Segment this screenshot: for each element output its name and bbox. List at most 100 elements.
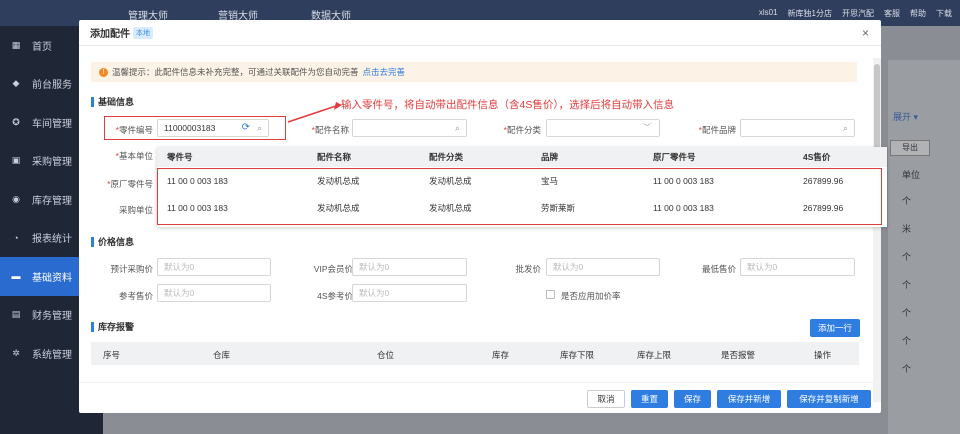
unit-cell: 个 xyxy=(902,336,912,346)
stock-table-header: 序号 仓库 仓位 库存 库存下限 库存上限 是否报警 操作 xyxy=(91,342,859,365)
reset-button[interactable]: 重置 xyxy=(631,390,668,408)
cancel-button[interactable]: 取消 xyxy=(587,390,625,408)
col-oem-no: 原厂零件号 xyxy=(653,152,696,162)
col-index: 序号 xyxy=(103,350,121,360)
part-category-select[interactable]: ﹀ xyxy=(546,119,660,137)
annotation-arrow xyxy=(287,102,342,123)
col-warehouse: 仓库 xyxy=(213,350,231,360)
oem-no-label: *原厂零件号 xyxy=(107,179,153,189)
part-brand-label: *配件品牌 xyxy=(698,125,736,135)
part-name-input[interactable]: ⌕ xyxy=(352,119,467,137)
col-part-category: 配件分类 xyxy=(429,152,464,162)
sidebar-item-icon: ▦ xyxy=(11,39,21,50)
col-4s-price: 4S售价 xyxy=(803,152,831,162)
annotation-text: 输入零件号，将自动带出配件信息（含4S售价），选择后将自动带入信息 xyxy=(341,99,675,111)
chevron-down-icon: ﹀ xyxy=(643,123,651,132)
sidebar-item-label: 车间管理 xyxy=(32,118,72,130)
sidebar-item-label: 基础资料 xyxy=(32,272,72,284)
section-stock-alert: 库存报警 xyxy=(91,322,134,332)
wholesale-price-input[interactable]: 默认为0 xyxy=(546,258,660,276)
section-basic-info: 基础信息 xyxy=(91,97,134,107)
part-brand-input[interactable]: ⌕ xyxy=(740,119,855,137)
add-part-modal: 添加配件 本地 × ! 温馨提示：此配件信息未补充完整，可通过关联配件为您自动完… xyxy=(79,20,887,413)
unit-cell: 个 xyxy=(902,196,912,206)
unit-cell: 个 xyxy=(902,252,912,262)
dropdown-header: 零件号 配件名称 配件分类 品牌 原厂零件号 4S售价 xyxy=(157,147,887,167)
sidebar-item-icon: ▤ xyxy=(11,309,21,320)
sidebar-item-label: 库存管理 xyxy=(32,195,72,207)
notice-banner: ! 温馨提示：此配件信息未补充完整，可通过关联配件为您自动完善 点击去完善 xyxy=(91,62,857,82)
col-stock-min: 库存下限 xyxy=(560,350,595,360)
col-brand: 品牌 xyxy=(541,152,559,162)
search-icon[interactable]: ⌕ xyxy=(455,120,460,136)
sidebar-item-label: 前台服务 xyxy=(32,80,72,92)
est-purchase-label: 预计采购价 xyxy=(110,264,153,274)
sidebar-item-icon: ◉ xyxy=(12,193,20,204)
complete-info-link[interactable]: 点击去完善 xyxy=(363,66,406,78)
sidebar-item-icon: ✪ xyxy=(12,116,20,127)
unit-cell: 个 xyxy=(902,364,912,374)
topbar-link-kaisi[interactable]: 开思汽配 xyxy=(842,8,874,19)
apply-markup-checkbox[interactable] xyxy=(546,290,555,299)
expand-link[interactable]: 展开 ▾ xyxy=(893,110,918,123)
sidebar-item-icon: ▣ xyxy=(11,155,21,166)
s4-ref-price-input[interactable]: 默认为0 xyxy=(352,284,467,302)
unit-cell: 个 xyxy=(902,308,912,318)
sidebar-item-label: 系统管理 xyxy=(32,349,72,361)
sidebar-item-icon: ◔ xyxy=(13,232,19,243)
purchase-unit-label: 采购单位 xyxy=(118,205,153,215)
sidebar-item-icon: ◆ xyxy=(12,78,20,89)
col-location: 仓位 xyxy=(377,350,395,360)
highlight-suggestions xyxy=(157,168,882,225)
sidebar-item-label: 采购管理 xyxy=(32,157,72,169)
sidebar-item-icon: ✲ xyxy=(12,347,20,358)
vip-price-input[interactable]: 默认为0 xyxy=(352,258,467,276)
sidebar-item-label: 首页 xyxy=(32,41,52,53)
modal-header: 添加配件 本地 xyxy=(79,20,881,46)
export-button[interactable]: 导出 xyxy=(890,140,930,156)
col-actions: 操作 xyxy=(814,350,832,360)
section-price-info: 价格信息 xyxy=(91,237,134,247)
topbar-link-download[interactable]: 下载 xyxy=(936,8,952,19)
save-and-new-button[interactable]: 保存并新增 xyxy=(717,390,781,408)
footer-divider xyxy=(79,382,873,383)
sidebar-item-label: 报表统计 xyxy=(32,234,72,246)
vip-price-label: VIP会员价 xyxy=(313,264,353,274)
part-category-label: *配件分类 xyxy=(503,125,541,135)
notice-text: 温馨提示：此配件信息未补充完整，可通过关联配件为您自动完善 xyxy=(112,67,359,77)
wholesale-price-label: 批发价 xyxy=(515,264,541,274)
unit-cell: 个 xyxy=(902,280,912,290)
highlight-part-no xyxy=(104,116,286,140)
warning-icon: ! xyxy=(99,67,108,77)
store-selector[interactable]: 新库独1分店 xyxy=(788,8,832,19)
min-price-input[interactable]: 默认为0 xyxy=(740,258,855,276)
topbar-right: xls01 新库独1分店 开思汽配 客服 帮助 下载 xyxy=(759,8,952,19)
modal-title: 添加配件 xyxy=(90,29,130,40)
col-part-name: 配件名称 xyxy=(317,152,352,162)
col-is-alert: 是否报警 xyxy=(721,350,756,360)
topbar-link-help[interactable]: 帮助 xyxy=(910,8,926,19)
save-button[interactable]: 保存 xyxy=(674,390,711,408)
modal-scrollbar[interactable] xyxy=(873,58,881,402)
topbar-link-service[interactable]: 客服 xyxy=(884,8,900,19)
ref-price-input[interactable]: 默认为0 xyxy=(157,284,271,302)
local-tag: 本地 xyxy=(133,26,153,39)
unit-cell: 米 xyxy=(902,224,912,234)
close-icon[interactable]: × xyxy=(862,26,869,40)
apply-markup-label: 是否应用加价率 xyxy=(561,291,621,301)
est-purchase-input[interactable]: 默认为0 xyxy=(157,258,271,276)
user-name[interactable]: xls01 xyxy=(759,8,778,19)
background-table-edge: 展开 ▾ 导出 单位 个 米 个 个 个 个 个 xyxy=(888,60,960,434)
search-icon[interactable]: ⌕ xyxy=(843,120,848,136)
col-stock-max: 库存上限 xyxy=(637,350,672,360)
col-part-no: 零件号 xyxy=(167,152,193,162)
sidebar-item-label: 财务管理 xyxy=(32,311,72,323)
sidebar-item-icon: ▬ xyxy=(11,271,21,282)
min-price-label: 最低售价 xyxy=(701,264,736,274)
base-unit-label: *基本单位 xyxy=(115,151,153,161)
save-copy-new-button[interactable]: 保存并复制新增 xyxy=(787,390,871,408)
add-row-button[interactable]: 添加一行 xyxy=(810,319,860,337)
unit-column-header: 单位 xyxy=(902,170,921,180)
ref-price-label: 参考售价 xyxy=(118,291,153,301)
s4-ref-price-label: 4S参考价 xyxy=(317,291,353,301)
